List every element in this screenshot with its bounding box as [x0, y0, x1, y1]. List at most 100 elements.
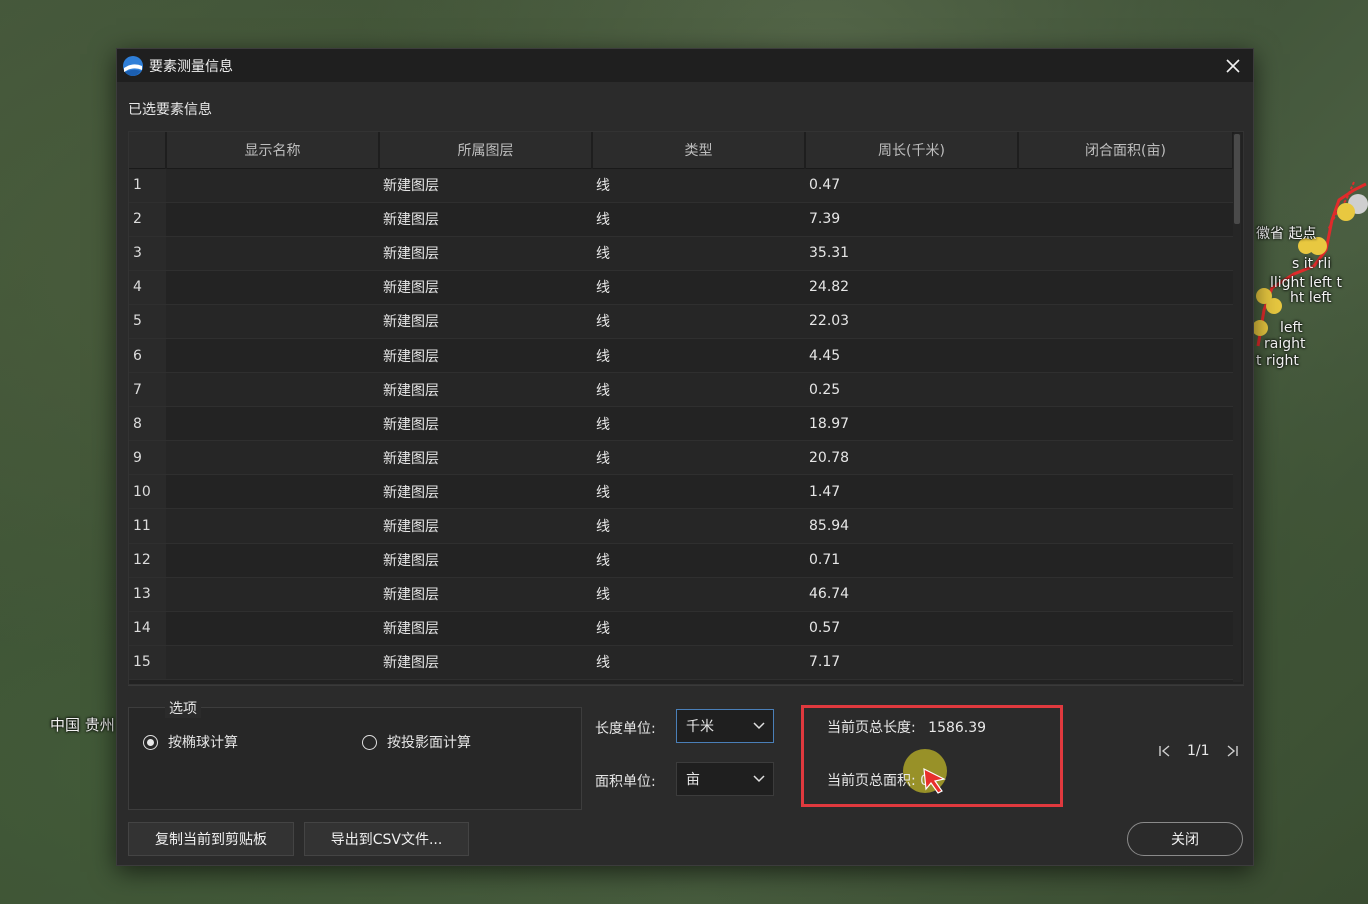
cell-area — [1018, 474, 1233, 510]
radio-checked-icon — [143, 734, 158, 750]
table-row[interactable]: 14 新建图层线 0.57 — [129, 611, 1233, 646]
table-row[interactable]: 12 新建图层线 0.71 — [129, 543, 1233, 578]
map-label-3: llight left t — [1270, 275, 1342, 291]
cell-layer: 新建图层 — [379, 304, 592, 339]
last-page-icon[interactable] — [1224, 743, 1240, 759]
total-area: 当前页总面积: 0 — [827, 770, 929, 790]
options-group — [128, 707, 582, 810]
cell-perimeter: 24.82 — [805, 270, 1018, 305]
table-row[interactable]: 8 新建图层线 18.97 — [129, 406, 1233, 442]
cell-name — [166, 508, 379, 544]
cell-layer: 新建图层 — [379, 474, 592, 510]
cell-layer: 新建图层 — [379, 202, 592, 237]
table-row[interactable]: 5 新建图层线 22.03 — [129, 304, 1233, 339]
cell-layer: 新建图层 — [379, 372, 592, 408]
first-page-icon[interactable] — [1157, 743, 1173, 759]
col-header-name[interactable]: 显示名称 — [166, 132, 380, 169]
area-unit-label: 面积单位: — [595, 774, 656, 790]
cell-type: 线 — [592, 577, 805, 612]
cell-name — [166, 270, 379, 305]
cell-name — [166, 645, 379, 680]
area-unit-select[interactable]: 亩 — [676, 762, 774, 796]
cell-index: 7 — [129, 372, 166, 408]
table-row[interactable]: 4 新建图层线 24.82 — [129, 270, 1233, 305]
map-label-2: s it rli — [1292, 256, 1332, 272]
cell-name — [166, 236, 379, 271]
cell-type: 线 — [592, 440, 805, 476]
cell-index: 12 — [129, 543, 166, 578]
cell-layer: 新建图层 — [379, 236, 592, 271]
cell-layer: 新建图层 — [379, 611, 592, 646]
cell-type: 线 — [592, 304, 805, 339]
table-scrollbar[interactable] — [1233, 134, 1241, 682]
cell-type: 线 — [592, 645, 805, 680]
cell-area — [1018, 338, 1233, 374]
cell-layer: 新建图层 — [379, 440, 592, 476]
cell-perimeter: 7.17 — [805, 645, 1018, 680]
col-header-type[interactable]: 类型 — [592, 132, 806, 169]
cell-area — [1018, 236, 1233, 271]
dialog-titlebar[interactable]: 要素测量信息 — [117, 49, 1253, 82]
cell-layer: 新建图层 — [379, 406, 592, 442]
cell-index: 4 — [129, 270, 166, 305]
table-row[interactable]: 1 新建图层线 0.47 — [129, 168, 1233, 203]
cell-perimeter: 0.47 — [805, 168, 1018, 203]
table-row[interactable]: 2 新建图层线 7.39 — [129, 202, 1233, 237]
copy-to-clipboard-button[interactable]: 复制当前到剪贴板 — [128, 822, 294, 856]
cell-perimeter: 7.39 — [805, 202, 1018, 237]
table-row[interactable]: 9 新建图层线 20.78 — [129, 440, 1233, 476]
table-row[interactable]: 3 新建图层线 35.31 — [129, 236, 1233, 271]
mouse-cursor-icon — [923, 767, 946, 794]
map-label-6: raight — [1264, 336, 1306, 352]
feature-measure-dialog: 要素测量信息 已选要素信息 显示名称 所属图层 类型 周长(千米) 闭合面积(亩… — [116, 48, 1254, 866]
scrollbar-thumb[interactable] — [1234, 134, 1240, 224]
cell-area — [1018, 508, 1233, 544]
radio-ellipsoid[interactable]: 按椭球计算 — [143, 732, 238, 752]
cell-name — [166, 168, 379, 203]
close-button[interactable]: 关闭 — [1127, 822, 1243, 856]
cell-layer: 新建图层 — [379, 168, 592, 203]
table-row[interactable]: 15 新建图层线 7.17 — [129, 645, 1233, 680]
table-row[interactable]: 11 新建图层线 85.94 — [129, 508, 1233, 544]
cell-layer: 新建图层 — [379, 338, 592, 374]
cell-perimeter: 18.97 — [805, 406, 1018, 442]
cell-layer: 新建图层 — [379, 577, 592, 612]
cell-type: 线 — [592, 611, 805, 646]
feature-table: 显示名称 所属图层 类型 周长(千米) 闭合面积(亩) 1 新建图层线 0.47 2 新… — [128, 131, 1244, 685]
length-unit-label: 长度单位: — [595, 721, 656, 737]
cell-area — [1018, 202, 1233, 237]
cell-area — [1018, 270, 1233, 305]
cell-perimeter: 4.45 — [805, 338, 1018, 374]
total-length: 当前页总长度: 1586.39 — [827, 717, 986, 737]
table-row[interactable]: 10 新建图层线 1.47 — [129, 474, 1233, 510]
cell-type: 线 — [592, 338, 805, 374]
cell-name — [166, 338, 379, 374]
cell-area — [1018, 645, 1233, 680]
cell-name — [166, 474, 379, 510]
table-row[interactable]: 7 新建图层线 0.25 — [129, 372, 1233, 408]
radio-projection[interactable]: 按投影面计算 — [362, 732, 471, 752]
export-csv-button[interactable]: 导出到CSV文件... — [304, 822, 469, 856]
table-row[interactable]: 6 新建图层线 4.45 — [129, 338, 1233, 374]
cell-index: 9 — [129, 440, 166, 476]
radio-projection-label: 按投影面计算 — [387, 735, 471, 751]
table-row[interactable]: 13 新建图层线 46.74 — [129, 577, 1233, 612]
cell-perimeter: 20.78 — [805, 440, 1018, 476]
col-header-perimeter[interactable]: 周长(千米) — [805, 132, 1019, 169]
length-unit-select[interactable]: 千米 — [676, 709, 774, 743]
close-icon[interactable] — [1219, 52, 1247, 80]
cell-area — [1018, 168, 1233, 203]
cell-type: 线 — [592, 474, 805, 510]
col-header-index[interactable] — [129, 132, 167, 169]
table-divider — [128, 685, 1244, 686]
cell-type: 线 — [592, 406, 805, 442]
cell-area — [1018, 611, 1233, 646]
cell-type: 线 — [592, 236, 805, 271]
col-header-layer[interactable]: 所属图层 — [379, 132, 593, 169]
cell-area — [1018, 304, 1233, 339]
cell-index: 3 — [129, 236, 166, 271]
cell-layer: 新建图层 — [379, 270, 592, 305]
col-header-area[interactable]: 闭合面积(亩) — [1018, 132, 1234, 169]
cell-name — [166, 372, 379, 408]
cell-area — [1018, 577, 1233, 612]
